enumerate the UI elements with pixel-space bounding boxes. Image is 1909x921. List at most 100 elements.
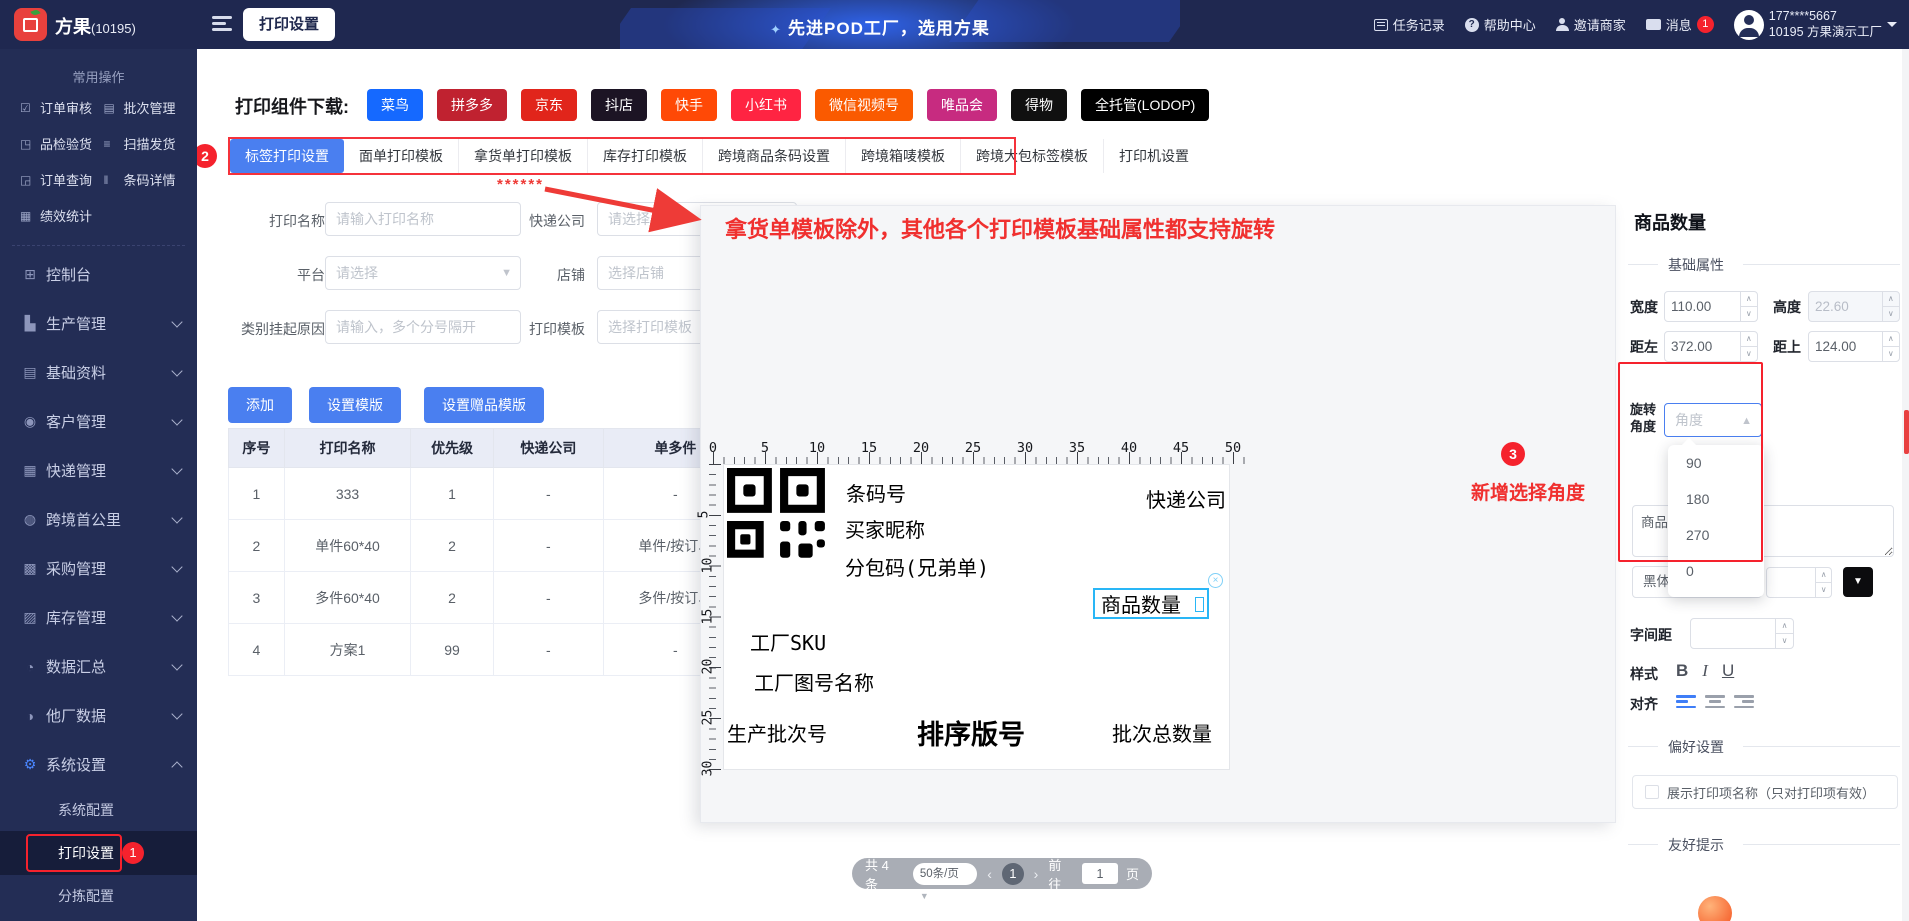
table-row: 1 333 1- - bbox=[228, 467, 749, 520]
italic-button[interactable]: I bbox=[1702, 661, 1708, 680]
quick-action-条码详情[interactable]: ‖ 条码详情 bbox=[104, 170, 188, 189]
label-field-barcode[interactable]: 条码号 bbox=[846, 478, 906, 507]
label-field-qty-selected[interactable]: 商品数量 bbox=[1093, 588, 1209, 619]
prev-page-button[interactable]: ‹ bbox=[985, 866, 994, 882]
sidebar-item-控制台[interactable]: ⊞ 控制台 bbox=[0, 250, 197, 299]
align-center-icon[interactable] bbox=[1705, 695, 1725, 710]
align-left-icon[interactable] bbox=[1676, 695, 1696, 710]
angle-option-90[interactable]: 90 bbox=[1668, 445, 1764, 481]
label-field-buyer[interactable]: 买家昵称 bbox=[845, 514, 925, 543]
tab-库存打印模板[interactable]: 库存打印模板 bbox=[588, 139, 703, 173]
set-template-button[interactable]: 设置模版 bbox=[309, 387, 401, 423]
label-field-batch-no[interactable]: 生产批次号 bbox=[727, 718, 827, 747]
quick-action-扫描发货[interactable]: ≡ 扫描发货 bbox=[104, 134, 188, 153]
label-field-sku[interactable]: 工厂SKU bbox=[750, 627, 826, 656]
category-hold-reason-input[interactable] bbox=[325, 310, 521, 344]
sidebar-subitem-系统配置[interactable]: 系统配置 bbox=[0, 789, 197, 831]
letter-spacing-stepper[interactable]: ∧ ∨ bbox=[1690, 618, 1794, 649]
label-field-sort-no[interactable]: 排序版号 bbox=[917, 713, 1025, 752]
show-print-name-checkbox[interactable] bbox=[1645, 785, 1659, 799]
sidebar-item-系统设置[interactable]: ⚙ 系统设置 bbox=[0, 740, 197, 789]
qc-inspect-icon: ◳ bbox=[20, 136, 32, 151]
download-微信视频号-button[interactable]: 微信视频号 bbox=[815, 89, 913, 121]
download-菜鸟-button[interactable]: 菜鸟 bbox=[367, 89, 423, 121]
user-account[interactable]: 177****5667 10195 方果演示工厂 bbox=[1733, 9, 1897, 40]
angle-option-180[interactable]: 180 bbox=[1668, 481, 1764, 517]
add-button[interactable]: 添加 bbox=[228, 387, 292, 423]
align-right-icon[interactable] bbox=[1734, 695, 1754, 710]
app-logo[interactable] bbox=[14, 8, 47, 41]
chevron-down-icon bbox=[171, 561, 183, 573]
rotate-angle-select[interactable]: 角度 ▲ bbox=[1664, 403, 1762, 437]
tab-跨境商品条码设置[interactable]: 跨境商品条码设置 bbox=[703, 139, 846, 173]
chevron-down-icon bbox=[171, 414, 183, 426]
sidebar-item-客户管理[interactable]: ◉ 客户管理 bbox=[0, 397, 197, 446]
delete-field-icon[interactable]: × bbox=[1208, 573, 1223, 588]
label-field-split-code[interactable]: 分包码(兄弟单) bbox=[845, 552, 989, 581]
sidebar-item-数据汇总[interactable]: ◔ 数据汇总 bbox=[0, 642, 197, 691]
angle-option-270[interactable]: 270 bbox=[1668, 517, 1764, 553]
quick-action-订单查询[interactable]: ◲ 订单查询 bbox=[20, 170, 104, 189]
platform-select[interactable]: 请选择 ▼ bbox=[325, 256, 521, 290]
tab-拿货单打印模板[interactable]: 拿货单打印模板 bbox=[459, 139, 588, 173]
tab-跨境大包标签模板[interactable]: 跨境大包标签模板 bbox=[961, 139, 1104, 173]
label-field-courier[interactable]: 快递公司 bbox=[1146, 484, 1226, 513]
tab-面单打印模板[interactable]: 面单打印模板 bbox=[344, 139, 459, 173]
bold-button[interactable]: B bbox=[1676, 661, 1688, 680]
sidebar-item-生产管理[interactable]: ▙ 生产管理 bbox=[0, 299, 197, 348]
sidebar-subitem-分拣配置[interactable]: 分拣配置 bbox=[0, 875, 197, 917]
download-唯品会-button[interactable]: 唯品会 bbox=[927, 89, 997, 121]
sidebar-subitem-打印设置[interactable]: 1 打印设置 bbox=[0, 831, 197, 875]
open-tab-chip[interactable]: 打印设置 bbox=[243, 8, 336, 41]
download-快手-button[interactable]: 快手 bbox=[661, 89, 717, 121]
font-size-stepper[interactable]: ∧ ∨ bbox=[1766, 567, 1832, 598]
inventory-icon: ▨ bbox=[23, 609, 37, 625]
set-gift-template-button[interactable]: 设置赠品模版 bbox=[424, 387, 544, 423]
underline-button[interactable]: U bbox=[1722, 661, 1734, 680]
invite-merchant-button[interactable]: 邀请商家 bbox=[1555, 15, 1626, 34]
tab-跨境箱唛模板[interactable]: 跨境箱唛模板 bbox=[846, 139, 961, 173]
tab-标签打印设置[interactable]: 标签打印设置 bbox=[230, 139, 344, 173]
label-field-drawing-name[interactable]: 工厂图号名称 bbox=[754, 667, 874, 696]
download-全托管(LODOP)-button[interactable]: 全托管(LODOP) bbox=[1081, 89, 1210, 121]
offset-left-stepper[interactable]: ∧∨ bbox=[1664, 331, 1758, 362]
download-拼多多-button[interactable]: 拼多多 bbox=[437, 89, 507, 121]
angle-option-0[interactable]: 0 bbox=[1668, 553, 1764, 589]
label-design-canvas[interactable]: 条码号 快递公司 买家昵称 分包码(兄弟单) 商品数量 × 工厂SKU 工厂图号… bbox=[723, 464, 1230, 770]
goto-page-input[interactable] bbox=[1081, 863, 1118, 884]
width-stepper[interactable]: ∧∨ bbox=[1664, 291, 1758, 322]
tab-打印机设置[interactable]: 打印机设置 bbox=[1104, 139, 1204, 173]
help-center-button[interactable]: ? 帮助中心 bbox=[1464, 15, 1536, 34]
download-抖店-button[interactable]: 抖店 bbox=[591, 89, 647, 121]
scrollbar-thumb[interactable] bbox=[1904, 410, 1909, 454]
quick-action-订单审核[interactable]: ☑ 订单审核 bbox=[20, 98, 104, 117]
floating-assistant-icon[interactable] bbox=[1698, 896, 1732, 921]
quick-action-品检验货[interactable]: ◳ 品检验货 bbox=[20, 134, 104, 153]
chevron-down-icon bbox=[171, 463, 183, 475]
sidebar-item-基础资料[interactable]: ▤ 基础资料 bbox=[0, 348, 197, 397]
sidebar-item-跨境首公里[interactable]: ◍ 跨境首公里 bbox=[0, 495, 197, 544]
sidebar-item-采购管理[interactable]: ▩ 采购管理 bbox=[0, 544, 197, 593]
task-record-button[interactable]: 任务记录 bbox=[1373, 15, 1445, 34]
offset-top-stepper[interactable]: ∧∨ bbox=[1808, 331, 1900, 362]
sidebar-item-他厂数据[interactable]: ◑ 他厂数据 bbox=[0, 691, 197, 740]
font-color-picker[interactable]: ▼ bbox=[1843, 567, 1873, 597]
menu-collapse-icon[interactable] bbox=[212, 16, 232, 32]
quick-action-批次管理[interactable]: ▤ 批次管理 bbox=[104, 98, 188, 117]
download-小红书-button[interactable]: 小红书 bbox=[731, 89, 801, 121]
message-button[interactable]: 消息 1 bbox=[1645, 15, 1714, 34]
page-size-select[interactable]: 50条/页 ▼ bbox=[912, 862, 978, 901]
download-京东-button[interactable]: 京东 bbox=[521, 89, 577, 121]
courier-company-label: 快递公司 bbox=[529, 213, 585, 229]
next-page-button[interactable]: › bbox=[1032, 866, 1041, 882]
sidebar-item-快递管理[interactable]: ▦ 快递管理 bbox=[0, 446, 197, 495]
print-name-input[interactable] bbox=[325, 202, 521, 236]
scan-ship-icon: ≡ bbox=[103, 136, 111, 151]
resize-handle[interactable] bbox=[1195, 597, 1204, 612]
sidebar-item-库存管理[interactable]: ▨ 库存管理 bbox=[0, 593, 197, 642]
label-field-batch-total[interactable]: 批次总数量 bbox=[1112, 718, 1212, 747]
page-scrollbar[interactable] bbox=[1902, 49, 1909, 921]
download-得物-button[interactable]: 得物 bbox=[1011, 89, 1067, 121]
quick-action-绩效统计[interactable]: ▦ 绩效统计 bbox=[20, 206, 104, 225]
current-page-button[interactable]: 1 bbox=[1001, 862, 1024, 885]
